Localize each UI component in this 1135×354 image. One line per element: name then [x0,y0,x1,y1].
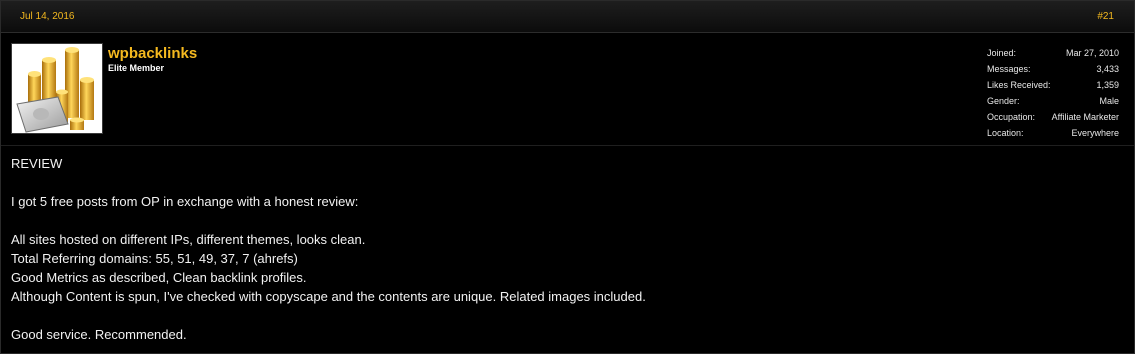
stat-value: Everywhere [1071,128,1119,138]
post-permalink[interactable]: #21 [1097,11,1114,22]
message-line: All sites hosted on different IPs, diffe… [11,232,366,247]
avatar[interactable] [11,43,103,134]
stat-occupation: Occupation: Affiliate Marketer [987,112,1119,128]
stat-label: Occupation: [987,112,1036,122]
message-body: REVIEW I got 5 free posts from OP in exc… [11,154,1121,344]
message-line: I got 5 free posts from OP in exchange w… [11,194,359,209]
stat-value: Male [1099,96,1119,106]
stat-value[interactable]: 3,433 [1096,64,1119,74]
message-line [11,211,1121,230]
gold-coins-money-icon [12,44,102,133]
message-line: Although Content is spun, I've checked w… [11,289,646,304]
stat-messages: Messages: 3,433 [987,64,1119,80]
post-date: Jul 14, 2016 [20,11,75,22]
message-line: Good service. Recommended. [11,327,187,342]
stat-likes-received: Likes Received: 1,359 [987,80,1119,96]
message-line [11,173,1121,192]
stat-label: Messages: [987,64,1031,74]
stat-label: Location: [987,128,1024,138]
stat-location: Location: Everywhere [987,128,1119,144]
stat-value: Affiliate Marketer [1051,112,1119,122]
stat-joined: Joined: Mar 27, 2010 [987,48,1119,64]
user-title: Elite Member [108,63,165,73]
forum-post: Jul 14, 2016 #21 wpbacklinks Elite Membe… [0,0,1135,354]
user-info: wpbacklinks Elite Member Joined: Mar 27,… [1,33,1134,146]
stat-label: Likes Received: [987,80,1051,90]
stat-label: Joined: [987,48,1017,58]
stat-label: Gender: [987,96,1020,106]
username-link[interactable]: wpbacklinks [108,45,197,62]
message-line: Total Referring domains: 55, 51, 49, 37,… [11,251,298,266]
post-header: Jul 14, 2016 #21 [1,1,1134,33]
message-line [11,306,1121,325]
stat-value: Mar 27, 2010 [1065,48,1119,58]
user-stats: Joined: Mar 27, 2010 Messages: 3,433 Lik… [987,48,1119,144]
stat-value: 1,359 [1096,80,1119,90]
message-line: REVIEW [11,156,63,171]
stat-gender: Gender: Male [987,96,1119,112]
message-line: Good Metrics as described, Clean backlin… [11,270,307,285]
